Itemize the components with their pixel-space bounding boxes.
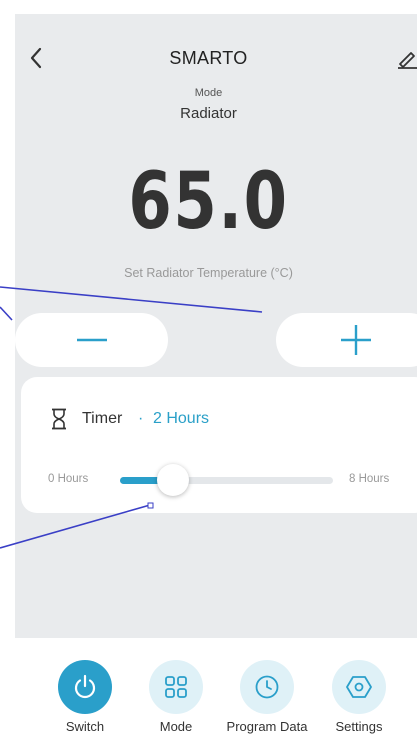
nav-switch[interactable]: Switch	[35, 660, 135, 734]
mode-caption: Mode	[194, 87, 223, 99]
mode-value: Radiator	[180, 105, 237, 122]
slider-thumb[interactable]	[157, 464, 190, 496]
hourglass-icon	[52, 408, 66, 430]
temperature-caption: Set Radiator Temperature (°C)	[124, 266, 293, 280]
timer-slider[interactable]	[120, 464, 333, 496]
nav-settings[interactable]: Settings	[309, 660, 409, 734]
nav-program-data[interactable]: Program Data	[217, 660, 317, 734]
slider-min-label: 0 Hours	[48, 473, 89, 485]
edit-button[interactable]	[394, 44, 417, 72]
power-icon	[74, 674, 96, 699]
nav-settings-circle	[332, 660, 386, 714]
nav-switch-label: Switch	[65, 719, 105, 734]
clock-icon	[255, 675, 279, 699]
nav-mode-circle	[149, 660, 203, 714]
nav-program-data-circle	[240, 660, 294, 714]
temperature-value: 65.0	[128, 157, 289, 247]
nav-settings-label: Settings	[335, 719, 383, 734]
page-title: SMARTO	[169, 48, 248, 68]
slider-max-label: 8 Hours	[349, 473, 390, 485]
nav-mode-label: Mode	[159, 719, 193, 734]
gear-hexagon-icon	[346, 676, 372, 698]
grid-icon	[165, 676, 187, 698]
pencil-icon	[398, 52, 417, 69]
nav-switch-circle	[58, 660, 112, 714]
nav-mode[interactable]: Mode	[126, 660, 226, 734]
timer-label: Timer	[82, 410, 123, 427]
plus-icon	[341, 325, 371, 355]
decrease-temperature-button[interactable]	[15, 313, 168, 367]
timer-separator: ·	[138, 410, 144, 427]
increase-temperature-button[interactable]	[276, 313, 417, 367]
nav-program-data-label: Program Data	[226, 719, 308, 734]
minus-icon	[76, 338, 107, 342]
annotation-line-temperature-short	[0, 306, 13, 321]
timer-value: 2 Hours	[153, 410, 210, 427]
timer-card: Timer · 2 Hours 0 Hours 8 Hours	[21, 377, 417, 513]
